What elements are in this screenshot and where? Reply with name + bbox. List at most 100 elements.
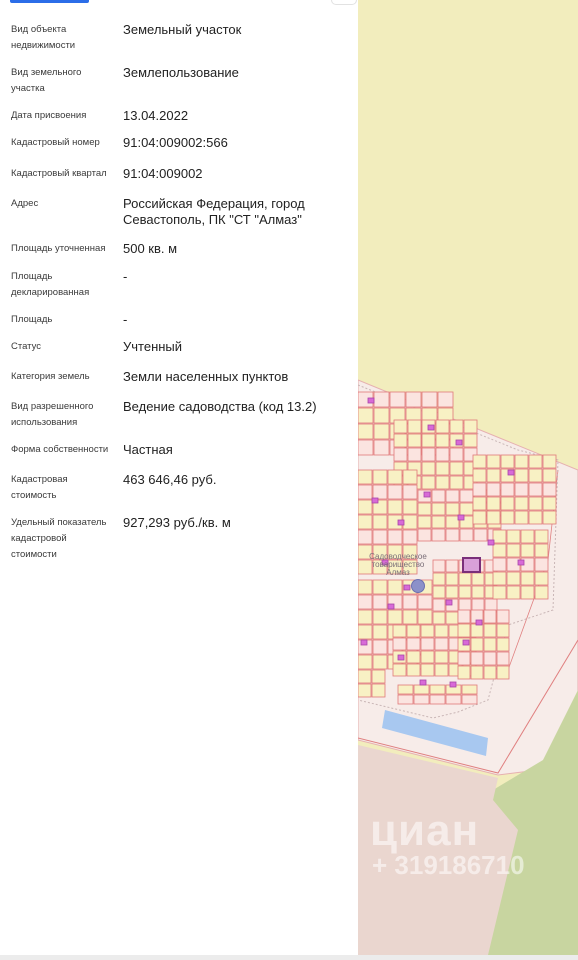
building: [397, 519, 405, 526]
land-parcel: [358, 669, 372, 684]
land-parcel: [358, 439, 374, 456]
land-parcel: [472, 454, 487, 469]
land-parcel: [458, 598, 472, 612]
land-parcel: [406, 650, 421, 664]
land-parcel: [500, 482, 515, 497]
land-parcel: [407, 433, 422, 448]
land-parcel: [528, 468, 543, 483]
land-parcel: [459, 502, 474, 516]
detail-label: Статус: [11, 341, 42, 352]
land-parcel: [483, 637, 497, 652]
watermark-id: + 319186710: [372, 850, 525, 880]
land-parcel: [492, 529, 507, 544]
land-parcel: [406, 663, 421, 677]
land-parcel: [437, 391, 454, 408]
land-parcel: [528, 482, 543, 497]
land-parcel: [472, 510, 487, 525]
land-parcel: [393, 447, 408, 462]
land-parcel: [358, 423, 374, 440]
land-parcel: [372, 529, 388, 545]
land-parcel: [520, 571, 535, 586]
building: [449, 681, 457, 688]
land-parcel: [542, 496, 557, 511]
land-parcel: [458, 572, 472, 586]
land-parcel: [434, 663, 449, 677]
detail-label: Вид объекта недвижимости: [11, 24, 76, 51]
land-parcel: [421, 391, 438, 408]
land-parcel: [358, 469, 373, 485]
land-parcel: [458, 585, 472, 599]
land-parcel: [520, 529, 535, 544]
land-parcel: [417, 609, 433, 625]
bottom-bar: [0, 955, 578, 960]
detail-label: Дата присвоения: [11, 110, 87, 121]
land-parcel: [514, 482, 529, 497]
land-parcel: [435, 475, 450, 490]
land-parcel: [542, 482, 557, 497]
detail-value: -: [123, 312, 128, 327]
land-parcel: [372, 469, 388, 485]
land-parcel: [528, 496, 543, 511]
land-parcel: [534, 543, 549, 558]
land-parcel: [372, 514, 388, 530]
land-parcel: [402, 529, 418, 545]
detail-value: -: [123, 269, 128, 284]
land-parcel: [373, 407, 390, 424]
land-parcel: [432, 559, 446, 573]
land-parcel: [358, 594, 373, 610]
land-parcel: [434, 650, 449, 664]
detail-value[interactable]: 91:04:009002:566: [123, 135, 349, 151]
land-parcel: [372, 594, 388, 610]
land-parcel: [420, 624, 435, 638]
land-parcel: [542, 510, 557, 525]
land-parcel: [471, 585, 485, 599]
building: [457, 514, 465, 521]
land-parcel: [387, 499, 403, 515]
land-parcel: [506, 529, 521, 544]
land-parcel: [432, 598, 446, 612]
land-parcel: [432, 611, 446, 625]
land-parcel: [434, 637, 449, 651]
land-parcel: [528, 510, 543, 525]
land-parcel: [358, 484, 373, 500]
land-parcel: [500, 496, 515, 511]
detail-value: 463 646,46 руб.: [123, 472, 217, 487]
detail-label: Вид разрешенного использования: [11, 401, 94, 428]
land-parcel: [492, 557, 507, 572]
land-parcel: [392, 637, 407, 651]
detail-label: Кадастровый номер: [11, 137, 100, 148]
land-parcel: [417, 594, 433, 610]
land-parcel: [358, 654, 373, 670]
location-marker-icon[interactable]: [411, 579, 425, 593]
panel-control-button[interactable]: [331, 0, 357, 5]
land-parcel: [471, 572, 485, 586]
land-parcel: [520, 585, 535, 600]
land-parcel: [542, 454, 557, 469]
land-parcel: [449, 419, 464, 434]
land-parcel: [417, 502, 432, 516]
building: [419, 679, 427, 686]
land-parcel: [514, 454, 529, 469]
land-parcel: [483, 651, 497, 666]
land-parcel: [484, 598, 498, 612]
land-parcel: [417, 515, 432, 529]
land-parcel: [387, 469, 403, 485]
building: [427, 424, 435, 431]
detail-label: Кадастровый квартал: [11, 168, 107, 179]
land-parcel: [372, 609, 388, 625]
land-parcel: [372, 624, 388, 640]
land-parcel: [486, 468, 501, 483]
building: [397, 654, 405, 661]
active-tab-indicator[interactable]: [10, 0, 89, 3]
building: [517, 559, 525, 566]
land-parcel: [514, 496, 529, 511]
detail-value: Частная: [123, 442, 173, 457]
detail-label: Категория земель: [11, 371, 90, 382]
land-parcel: [406, 624, 421, 638]
land-parcel: [387, 609, 403, 625]
detail-value[interactable]: 91:04:009002: [123, 166, 349, 182]
land-parcel: [431, 502, 446, 516]
land-parcel: [506, 571, 521, 586]
land-parcel: [457, 651, 471, 666]
detail-value: Земельный участок: [123, 22, 242, 37]
